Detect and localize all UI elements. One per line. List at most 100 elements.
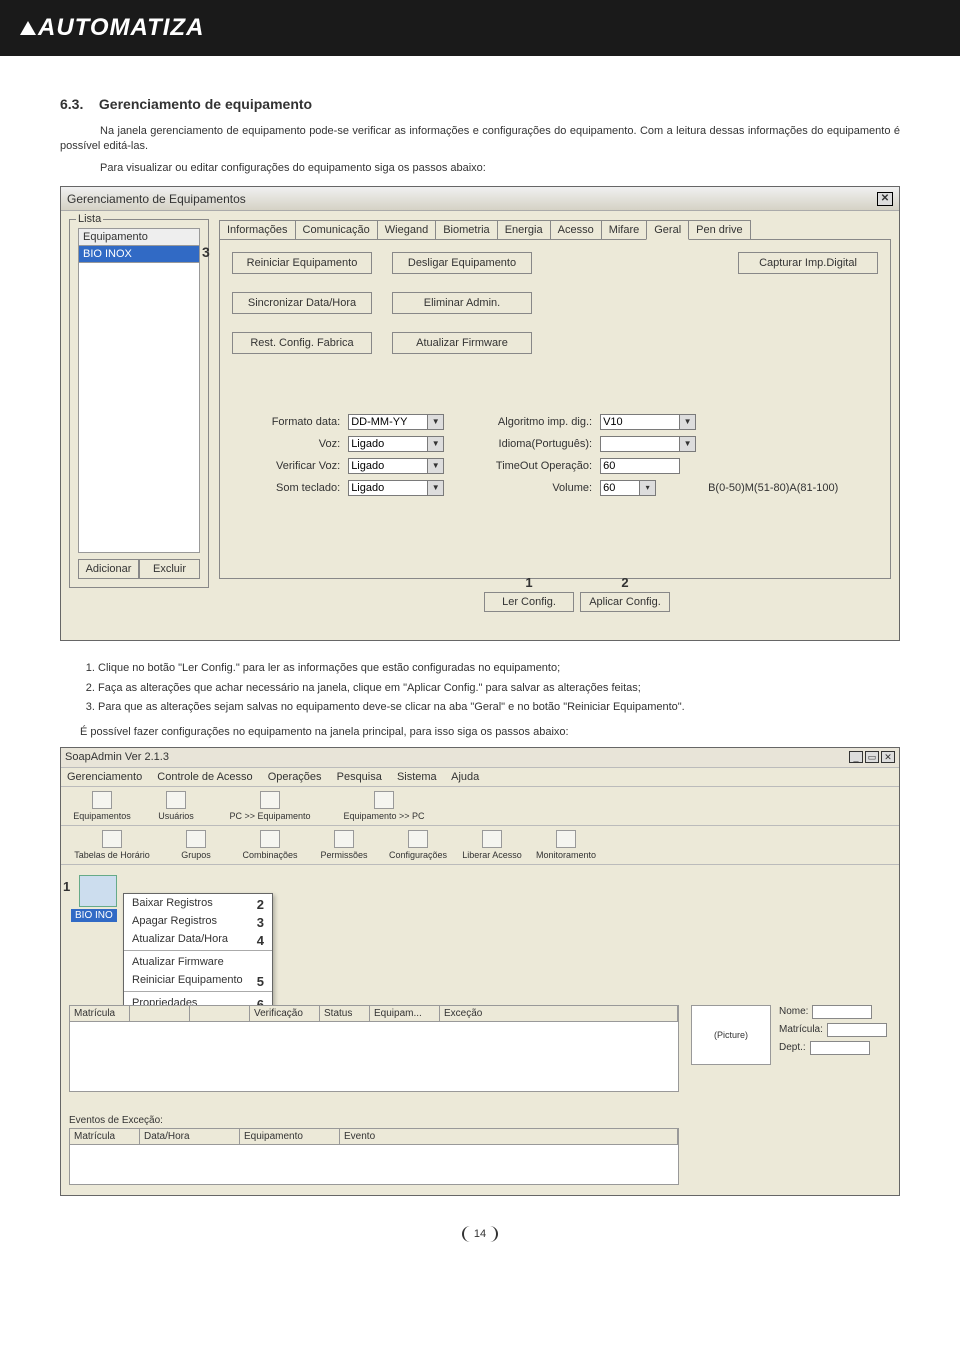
tool-label: Configurações: [389, 850, 447, 860]
nome-field[interactable]: [812, 1005, 872, 1019]
brand-logo: AUTOMATIZA: [20, 14, 204, 42]
users-icon: [166, 791, 186, 809]
label-dept: Dept.:: [779, 1042, 806, 1053]
menu-pesquisa[interactable]: Pesquisa: [337, 771, 382, 783]
tool-label: Liberar Acesso: [462, 850, 522, 860]
menu-operacoes[interactable]: Operações: [268, 771, 322, 783]
lista-group: Lista Equipamento BIO INOX Adicionar Exc…: [69, 219, 209, 588]
capture-fingerprint-button[interactable]: Capturar Imp.Digital: [738, 252, 878, 274]
tab-biometria[interactable]: Biometria: [435, 220, 497, 240]
page-number: 14: [462, 1226, 498, 1242]
intro-paragraph-2: Para visualizar ou editar configurações …: [60, 161, 900, 176]
col-matricula: Matrícula: [70, 1006, 130, 1021]
timeout-input[interactable]: [600, 458, 680, 474]
label-matricula: Matrícula:: [779, 1024, 823, 1035]
add-button[interactable]: Adicionar: [78, 559, 139, 579]
tab-mifare[interactable]: Mifare: [601, 220, 648, 240]
callout-5b: 5: [257, 974, 264, 989]
dept-field[interactable]: [810, 1041, 870, 1055]
chevron-down-icon[interactable]: ▼: [428, 458, 444, 474]
volume-spinner[interactable]: [600, 480, 640, 496]
chevron-down-icon[interactable]: ▼: [428, 436, 444, 452]
lista-group-title: Lista: [76, 213, 103, 225]
menu-sistema[interactable]: Sistema: [397, 771, 437, 783]
delete-button[interactable]: Excluir: [139, 559, 200, 579]
tab-content: 3 Reiniciar Equipamento Desligar Equipam…: [219, 239, 891, 579]
factory-reset-button[interactable]: Rest. Config. Fabrica: [232, 332, 372, 354]
chevron-down-icon[interactable]: ▼: [680, 414, 696, 430]
sync-datetime-button[interactable]: Sincronizar Data/Hora: [232, 292, 372, 314]
restart-equipment-button[interactable]: Reiniciar Equipamento: [232, 252, 372, 274]
tool-pc-to-equip[interactable]: PC >> Equipamento: [215, 791, 325, 821]
settings-form: Formato data: ▼ Algoritmo imp. dig.: ▼ V…: [232, 414, 878, 496]
matricula-field[interactable]: [827, 1023, 887, 1037]
date-format-combo[interactable]: [348, 414, 428, 430]
tool-label: Equipamento >> PC: [343, 811, 424, 821]
ctx-label: Reiniciar Equipamento: [132, 974, 243, 986]
voice-combo[interactable]: [348, 436, 428, 452]
lista-selected-item[interactable]: BIO INOX: [78, 246, 200, 263]
keysound-combo[interactable]: [348, 480, 428, 496]
ctx-reiniciar-equipamento[interactable]: Reiniciar Equipamento 5: [124, 971, 272, 989]
read-config-button[interactable]: Ler Config.: [484, 592, 574, 612]
apply-config-button[interactable]: Aplicar Config.: [580, 592, 670, 612]
ctx-label: Apagar Registros: [132, 915, 217, 927]
ctx-baixar-registros[interactable]: Baixar Registros 2: [124, 894, 272, 912]
close-icon[interactable]: ✕: [877, 192, 893, 206]
language-combo[interactable]: [600, 436, 680, 452]
events-grid-header: Matrícula Data/Hora Equipamento Evento: [69, 1128, 679, 1145]
maximize-icon[interactable]: ▭: [865, 751, 879, 763]
update-firmware-button[interactable]: Atualizar Firmware: [392, 332, 532, 354]
remove-admin-button[interactable]: Eliminar Admin.: [392, 292, 532, 314]
ctx-atualizar-datahora[interactable]: Atualizar Data/Hora 4: [124, 930, 272, 948]
arrow-right-icon: [260, 791, 280, 809]
col-excecao: Exceção: [440, 1006, 678, 1021]
tool-label: Combinações: [242, 850, 297, 860]
chevron-down-icon[interactable]: ▼: [428, 414, 444, 430]
ctx-apagar-registros[interactable]: Apagar Registros 3: [124, 912, 272, 930]
device-thumbnail-icon[interactable]: [79, 875, 117, 907]
chevron-down-icon[interactable]: ▼: [680, 436, 696, 452]
combo-icon: [260, 830, 280, 848]
tab-acesso[interactable]: Acesso: [550, 220, 602, 240]
tab-energia[interactable]: Energia: [497, 220, 551, 240]
page-content: 6.3. Gerenciamento de equipamento Na jan…: [0, 56, 960, 1262]
tab-comunicacao[interactable]: Comunicação: [295, 220, 378, 240]
tab-strip: Informações Comunicação Wiegand Biometri…: [219, 220, 891, 240]
tool-monitoramento[interactable]: Monitoramento: [531, 830, 601, 860]
minimize-icon[interactable]: _: [849, 751, 863, 763]
device-label[interactable]: BIO INO: [71, 909, 117, 922]
close-icon[interactable]: ✕: [881, 751, 895, 763]
tool-configuracoes[interactable]: Configurações: [383, 830, 453, 860]
verify-voice-combo[interactable]: [348, 458, 428, 474]
tab-geral[interactable]: Geral: [646, 220, 689, 240]
menu-controle-acesso[interactable]: Controle de Acesso: [157, 771, 252, 783]
lead-paragraph-2: É possível fazer configurações no equipa…: [80, 725, 900, 740]
instruction-list: Clique no botão "Ler Config." para ler a…: [98, 661, 900, 715]
tool-grupos[interactable]: Grupos: [161, 830, 231, 860]
ctx-atualizar-firmware[interactable]: Atualizar Firmware: [124, 953, 272, 971]
fp-algorithm-combo[interactable]: [600, 414, 680, 430]
tool-label: PC >> Equipamento: [229, 811, 310, 821]
spinner-icon[interactable]: ▾: [640, 480, 656, 496]
lista-column-header: Equipamento: [78, 228, 200, 246]
tool-combinacoes[interactable]: Combinações: [235, 830, 305, 860]
shutdown-equipment-button[interactable]: Desligar Equipamento: [392, 252, 532, 274]
tool-equip-to-pc[interactable]: Equipamento >> PC: [329, 791, 439, 821]
tool-permissoes[interactable]: Permissões: [309, 830, 379, 860]
tool-liberar-acesso[interactable]: Liberar Acesso: [457, 830, 527, 860]
tab-informacoes[interactable]: Informações: [219, 220, 296, 240]
soapadmin-title: SoapAdmin Ver 2.1.3: [65, 751, 169, 763]
tool-usuarios[interactable]: Usuários: [141, 791, 211, 821]
menu-ajuda[interactable]: Ajuda: [451, 771, 479, 783]
menu-gerenciamento[interactable]: Gerenciamento: [67, 771, 142, 783]
tool-tabelas-horario[interactable]: Tabelas de Horário: [67, 830, 157, 860]
menubar: Gerenciamento Controle de Acesso Operaçõ…: [61, 768, 899, 787]
tab-wiegand[interactable]: Wiegand: [377, 220, 436, 240]
callout-1: 1: [525, 575, 532, 590]
tool-equipamentos[interactable]: Equipamentos: [67, 791, 137, 821]
chevron-down-icon[interactable]: ▼: [428, 480, 444, 496]
exception-events-section: Eventos de Exceção: Matrícula Data/Hora …: [69, 1115, 679, 1185]
intro-paragraph-1: Na janela gerenciamento de equipamento p…: [60, 124, 900, 155]
tab-pendrive[interactable]: Pen drive: [688, 220, 750, 240]
